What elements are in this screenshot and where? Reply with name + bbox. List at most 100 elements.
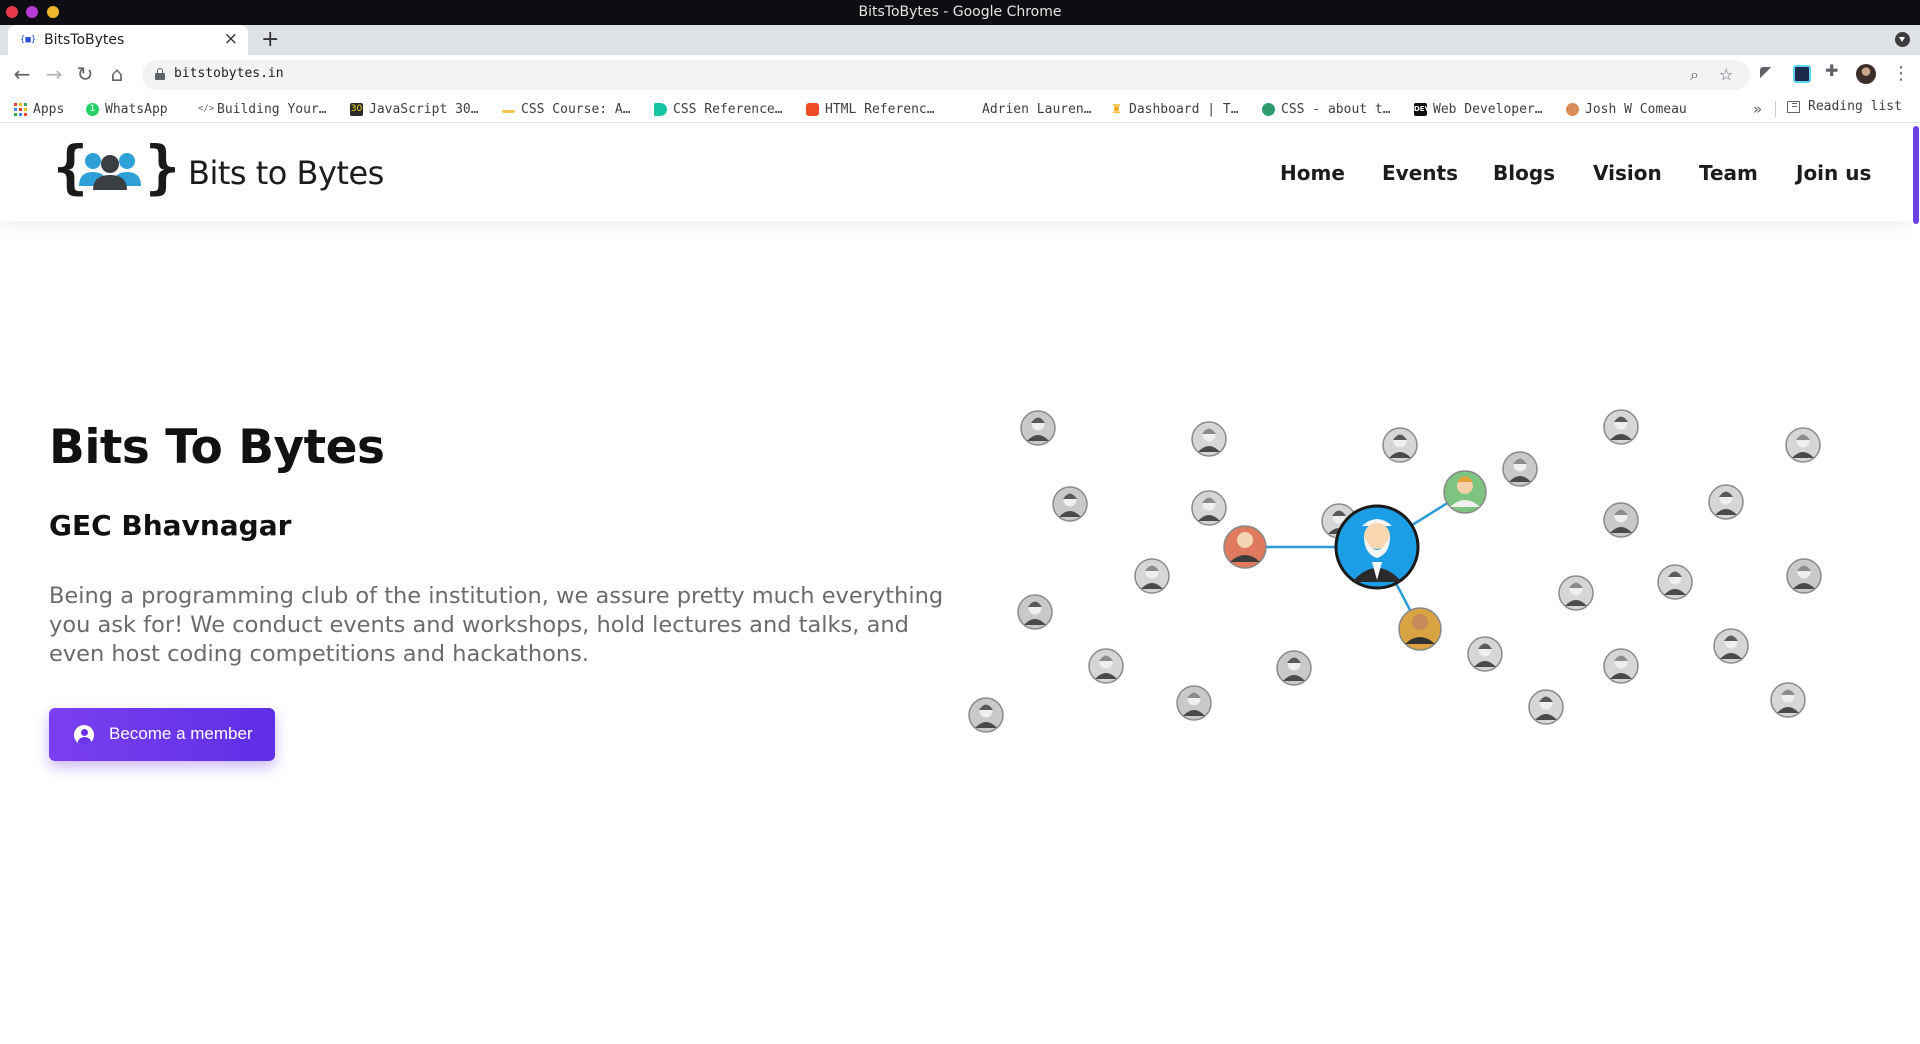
bookmark-label: Adrien Lauren… [982, 101, 1092, 117]
forward-arrow-icon[interactable]: → [42, 63, 66, 87]
bookmark-web-developer[interactable]: DEV Web Developer… [1414, 99, 1543, 119]
network-avatar-icon [1603, 409, 1639, 445]
bookmark-apps[interactable]: Apps [14, 99, 64, 119]
trophy-icon: ♜ [1111, 101, 1122, 116]
bookmark-building-your[interactable]: </> Building Your… [198, 99, 327, 119]
bookmark-label: JavaScript 30… [369, 101, 479, 117]
bookmark-josh-comeau[interactable]: Josh W Comeau [1566, 99, 1687, 119]
whatsapp-icon: 1 [86, 102, 99, 116]
network-avatar-icon [1191, 421, 1227, 457]
network-avatar-icon [1558, 575, 1594, 611]
become-member-button[interactable]: Become a member [49, 708, 275, 761]
extensions-puzzle-icon[interactable]: ✚ [1825, 61, 1843, 80]
html-reference-icon [806, 102, 819, 116]
bookmark-label: WhatsApp [105, 101, 168, 117]
central-member-avatar [1334, 504, 1420, 590]
tab-title: BitsToBytes [44, 32, 125, 48]
site-header: { } Bits to Bytes Home Events Blogs Visi… [0, 124, 1912, 221]
nav-blogs[interactable]: Blogs [1493, 161, 1555, 185]
site-favicon-icon: {■} [20, 35, 37, 45]
bookmark-html-reference[interactable]: HTML Referenc… [806, 99, 935, 119]
bookmark-label: Web Developer… [1433, 101, 1543, 117]
js30-icon: 30 [350, 102, 363, 116]
home-icon[interactable]: ⌂ [105, 63, 129, 87]
reload-icon[interactable]: ↻ [73, 63, 97, 87]
josh-avatar-icon [1566, 102, 1579, 116]
reading-list-label: Reading list [1808, 99, 1902, 114]
nav-vision[interactable]: Vision [1593, 161, 1662, 185]
network-avatar-icon [1382, 427, 1418, 463]
hero-subtitle: GEC Bhavnagar [49, 509, 292, 542]
css-reference-icon [654, 102, 667, 116]
logo-icon[interactable]: { } [53, 138, 180, 200]
network-avatar-icon [1088, 648, 1124, 684]
network-avatar-icon [1191, 490, 1227, 526]
url-text: bitstobytes.in [174, 66, 284, 81]
profile-avatar[interactable] [1856, 64, 1876, 84]
browser-toolbar: ← → ↻ ⌂ bitstobytes.in ⌕ ☆ ✚ ⋮ [0, 55, 1920, 95]
reading-list-icon [1787, 100, 1800, 113]
network-avatar-icon [968, 697, 1004, 733]
bookmark-label: HTML Referenc… [825, 101, 935, 117]
network-avatar-icon [1770, 682, 1806, 718]
address-bar[interactable]: bitstobytes.in ⌕ ☆ [142, 60, 1750, 90]
network-avatar-icon [1657, 564, 1693, 600]
new-tab-button[interactable]: + [261, 27, 279, 52]
bookmarks-overflow-button[interactable]: » [1753, 100, 1762, 118]
network-avatar-icon [1052, 486, 1088, 522]
dev-icon: DEV [1414, 102, 1430, 116]
bookmark-star-icon[interactable]: ☆ [1719, 65, 1733, 84]
network-avatar-icon [1017, 594, 1053, 630]
bookmark-label: CSS Reference… [673, 101, 783, 117]
tab-strip: {■} BitsToBytes × + [0, 25, 1920, 55]
react-devtools-icon[interactable] [1793, 65, 1811, 83]
network-avatar-icon [1708, 484, 1744, 520]
network-avatar-icon [1603, 648, 1639, 684]
back-arrow-icon[interactable]: ← [10, 63, 34, 87]
bookmark-label: CSS - about t… [1281, 101, 1391, 117]
bookmarks-divider [1775, 101, 1776, 117]
brand-name[interactable]: Bits to Bytes [188, 154, 384, 192]
bookmark-css-reference[interactable]: CSS Reference… [654, 99, 783, 119]
network-avatar-icon [1020, 410, 1056, 446]
network-avatar-icon [1134, 558, 1170, 594]
zoom-icon[interactable]: ⌕ [1690, 65, 1699, 85]
network-avatar-icon [1467, 636, 1503, 672]
nav-events[interactable]: Events [1382, 161, 1458, 185]
nav-team[interactable]: Team [1699, 161, 1758, 185]
menu-kebab-icon[interactable]: ⋮ [1892, 63, 1910, 84]
window-title: BitsToBytes - Google Chrome [858, 4, 1062, 20]
apps-grid-icon [14, 102, 27, 116]
community-network-illustration [968, 409, 1822, 733]
network-avatar-icon [1785, 427, 1821, 463]
network-avatar-icon [1276, 650, 1312, 686]
tab-close-icon[interactable]: × [224, 29, 238, 49]
nav-join-us[interactable]: Join us [1796, 161, 1871, 185]
reading-list-button[interactable]: Reading list [1787, 99, 1902, 114]
scrollbar-thumb[interactable] [1913, 126, 1919, 224]
bookmark-label: Dashboard | T… [1129, 101, 1239, 117]
network-avatar-icon [1528, 689, 1564, 725]
bookmark-label: Apps [33, 101, 65, 117]
page-viewport: { } Bits to Bytes Home Events Blogs Visi… [0, 124, 1920, 1044]
code-icon: </> [198, 103, 215, 114]
tab-bitstobytes[interactable]: {■} BitsToBytes × [8, 25, 248, 55]
bookmark-label: CSS Course: A… [521, 101, 631, 117]
page-scrollbar[interactable] [1912, 124, 1920, 1044]
bookmarks-bar: Apps 1 WhatsApp </> Building Your… 30 Ja… [0, 95, 1920, 123]
bookmark-label: Building Your… [217, 101, 327, 117]
nav-home[interactable]: Home [1280, 161, 1345, 185]
bookmark-whatsapp[interactable]: 1 WhatsApp [86, 99, 168, 119]
bookmark-adrien[interactable]: Adrien Lauren… [963, 99, 1092, 119]
bookmark-javascript30[interactable]: 30 JavaScript 30… [350, 99, 479, 119]
bookmark-label: Josh W Comeau [1585, 101, 1687, 117]
become-member-label: Become a member [109, 724, 253, 743]
eyedropper-extension-icon[interactable] [1760, 67, 1774, 81]
window-titlebar: BitsToBytes - Google Chrome [0, 0, 1920, 25]
bookmark-css-course[interactable]: CSS Course: A… [502, 99, 631, 119]
bookmark-dashboard[interactable]: ♜ Dashboard | T… [1110, 99, 1239, 119]
network-avatar-icon [1713, 628, 1749, 664]
globe-icon [1262, 102, 1275, 116]
bookmark-css-about[interactable]: CSS - about t… [1262, 99, 1391, 119]
tab-search-icon[interactable] [1895, 32, 1910, 47]
